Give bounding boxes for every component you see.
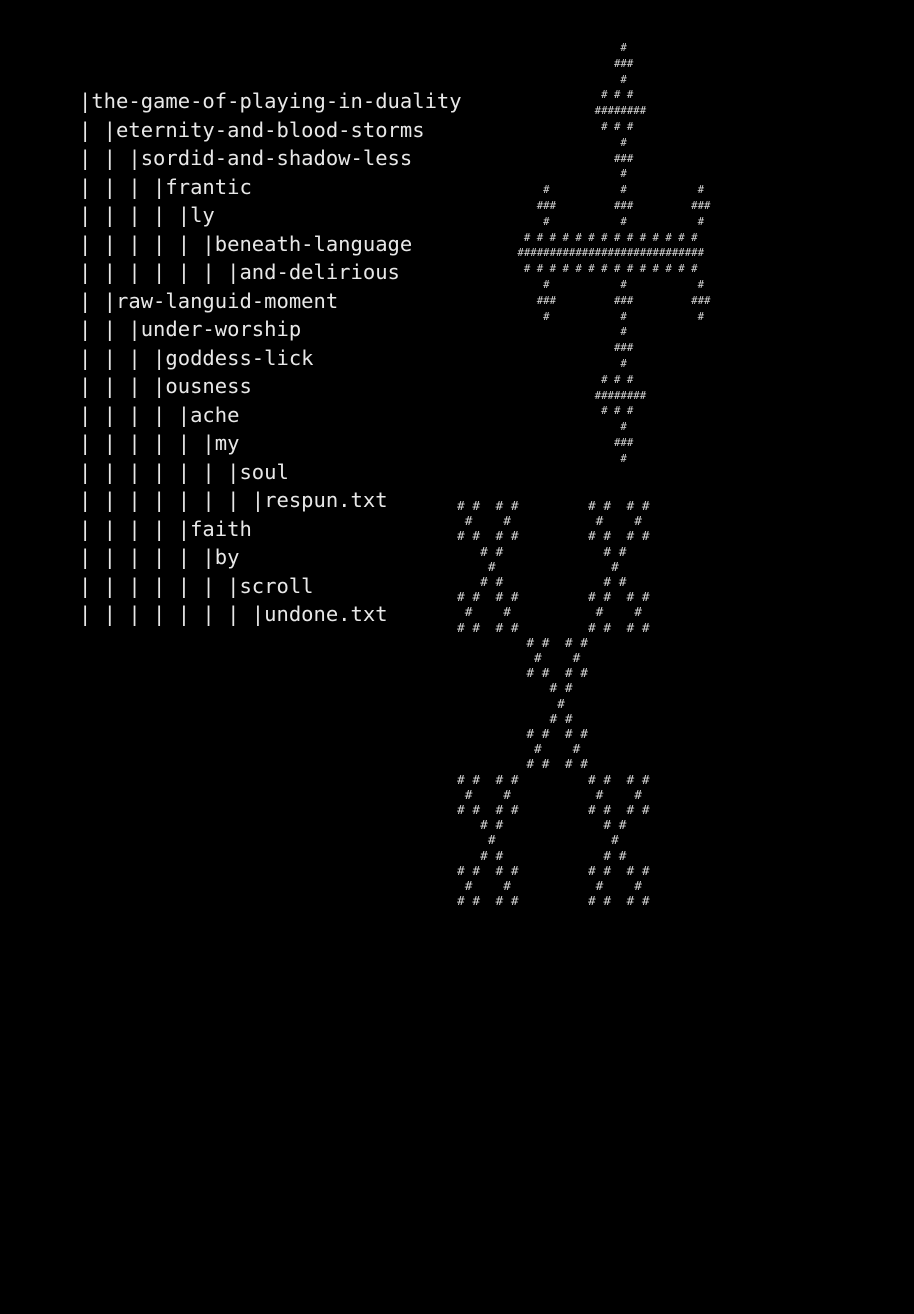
ascii-art-row: ### ### ### — [511, 293, 711, 307]
ascii-art-row: # # # # — [457, 544, 627, 560]
ascii-art-row: # — [457, 696, 565, 712]
tree-line: | | | | | | | |respun.txt — [79, 488, 388, 512]
tree-line: | | | | |ache — [79, 402, 240, 427]
ascii-art-row: ### ### ### — [511, 198, 711, 212]
ascii-art-row: # # # # — [457, 787, 642, 803]
ascii-art-row: # # # # # # # # — [457, 863, 650, 879]
tree-line: | | | | | | |soul — [79, 459, 289, 484]
tree-line: | | | |frantic — [79, 174, 252, 199]
ascii-art-row: # # # — [511, 183, 705, 197]
ascii-art-row: # # # # — [457, 818, 627, 834]
ascii-art-row: # # # — [511, 88, 634, 102]
ascii-art-row: # # # # — [457, 727, 588, 743]
ascii-art-row: # # # # # # # # — [457, 499, 650, 514]
ascii-art-row: # # # # # # # # — [457, 529, 650, 545]
tree-line: |the-game-of-playing-in-duality — [79, 89, 462, 113]
tree-line: | |eternity-and-blood-storms — [79, 117, 425, 142]
ascii-art-row: ### — [511, 435, 634, 449]
ascii-art-row: # # # — [511, 214, 705, 228]
tree-line: | | | | |ly — [79, 203, 215, 227]
ascii-art-row: # # # # — [457, 575, 627, 591]
ascii-art-row: # # — [457, 833, 619, 849]
ascii-art-row: # # — [457, 711, 573, 727]
ascii-art-row: # # # # # # # # # # # # # # — [511, 262, 698, 276]
ascii-art-row: # — [511, 167, 627, 181]
ascii-cross-art: # ### # # # # ######## # # # # ### # # #… — [511, 40, 710, 467]
ascii-art-row: # # # # # # # # — [457, 894, 650, 910]
ascii-art-row: # # — [457, 742, 581, 758]
tree-line: | | | | | | | |undone.txt — [79, 602, 388, 626]
ascii-art-row: # # — [457, 651, 581, 667]
tree-line: | | | | | |by — [79, 545, 240, 569]
ascii-art-row: # — [511, 41, 627, 54]
tree-line: | | |sordid-and-shadow-less — [79, 146, 413, 170]
ascii-art-row: # # # # — [457, 635, 588, 651]
ascii-art-row: ### — [511, 341, 634, 355]
ascii-art-row: # # # # # # # # — [457, 772, 650, 788]
tree-line: | | | |ousness — [79, 374, 252, 398]
ascii-art-row: # # # # — [457, 666, 588, 682]
tree-line: | | | | | |my — [79, 431, 240, 455]
tree-line: | | | |goddess-lick — [79, 345, 314, 370]
ascii-art-row: ### — [511, 56, 634, 70]
ascii-art-row: # # # # # # # # # # # # # # — [511, 230, 698, 244]
ascii-art-row: # # # # — [457, 605, 642, 621]
ascii-art-row: ### — [511, 151, 634, 165]
ascii-art-row: # # # — [511, 277, 705, 291]
tree-line: | | | | |faith — [79, 516, 252, 541]
tree-line: | |raw-languid-moment — [79, 288, 339, 313]
ascii-art-row: # — [511, 135, 627, 149]
ascii-art-row: ############################# — [511, 246, 705, 260]
ascii-art-row: # # # # — [457, 879, 642, 895]
tree-line: | | | | | |beneath-language — [79, 231, 413, 256]
ascii-art-row: # # # # — [457, 848, 627, 864]
ascii-art-row: ######## — [511, 104, 647, 118]
ascii-art-row: # — [511, 325, 627, 339]
ascii-art-row: ######## — [511, 388, 647, 402]
ascii-art-row: # # — [457, 681, 573, 697]
ascii-art-row: # # # # # # # # — [457, 620, 650, 636]
ascii-art-row: # — [511, 451, 627, 465]
ascii-art-row: # # # # # # # # — [457, 590, 650, 606]
ascii-art-row: # — [511, 356, 627, 370]
directory-tree: |the-game-of-playing-in-duality | |eterni… — [79, 87, 462, 629]
ascii-art-row: # # # — [511, 309, 705, 323]
tree-line: | | | | | | |and-delirious — [79, 260, 400, 284]
ascii-art-row: # # # — [511, 404, 634, 418]
ascii-art-row: # # # # — [457, 757, 588, 773]
ascii-lattice-art: # # # # # # # # # # # # # # # # # # # # … — [457, 499, 650, 909]
ascii-art-row: # # # — [511, 119, 634, 133]
tree-line: | | | | | | |scroll — [79, 573, 314, 598]
ascii-art-row: # — [511, 72, 627, 86]
tree-line: | | |under-worship — [79, 317, 302, 341]
ascii-art-row: # # # # — [457, 514, 642, 530]
ascii-art-row: # # # # # # # # — [457, 803, 650, 819]
ascii-art-row: # — [511, 420, 627, 434]
ascii-art-row: # # — [457, 559, 619, 575]
ascii-art-row: # # # — [511, 372, 634, 386]
